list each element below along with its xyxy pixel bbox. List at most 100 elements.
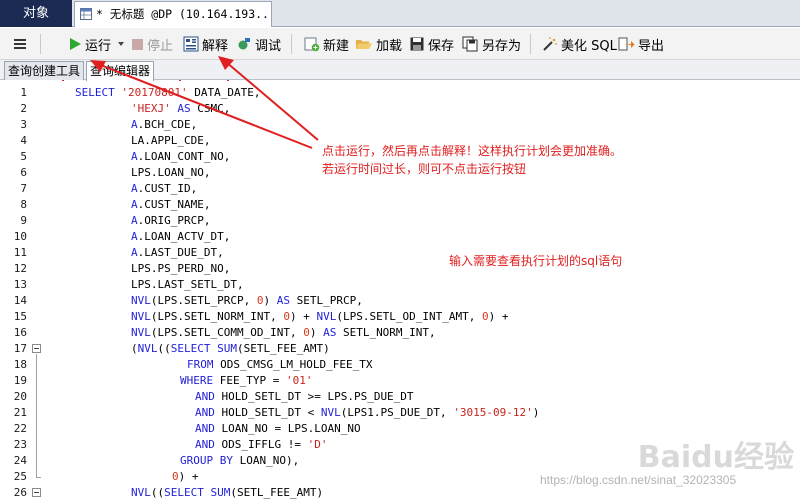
sql-text: .CUST_NAME,: [137, 198, 211, 211]
code-line: AND LOAN_NO = LPS.LOAN_NO: [195, 421, 361, 437]
sql-keyword: SUM: [217, 342, 237, 355]
save-as-icon: [462, 36, 478, 52]
folder-open-icon: [356, 40, 372, 49]
tab-query-builder[interactable]: 查询创建工具: [4, 61, 85, 80]
debug-icon: [238, 38, 250, 50]
tab-title: * 无标题 @DP (10.164.193....: [96, 7, 272, 21]
new-query-icon: [304, 37, 320, 52]
line-number: 9: [20, 214, 27, 227]
line-number: 11: [13, 246, 27, 259]
sql-text: LOAN_NO = LPS.LOAN_NO: [214, 422, 361, 435]
code-line: A.CUST_NAME,: [131, 197, 210, 213]
code-line: 0) +: [172, 469, 199, 485]
sql-keyword: WHERE: [180, 374, 214, 387]
sql-keyword: AS: [323, 326, 337, 339]
sql-keyword: AND: [195, 406, 215, 419]
line-number: 14: [13, 294, 27, 307]
sql-string: 'HEXJ': [131, 102, 171, 115]
code-line: (NVL((SELECT SUM(SETL_FEE_AMT): [131, 341, 330, 357]
sql-text: .LOAN_CONT_NO,: [137, 150, 231, 163]
toolbar-separator: [40, 34, 41, 54]
annotation-sql-hint: 输入需要查看执行计划的sql语句: [449, 254, 623, 268]
tab-untitled-query[interactable]: * 无标题 @DP (10.164.193....: [74, 1, 272, 27]
run-button[interactable]: 运行: [68, 32, 111, 56]
code-line: AND HOLD_SETL_DT >= LPS.PS_DUE_DT: [195, 389, 414, 405]
debug-button[interactable]: 调试: [236, 32, 281, 56]
code-line: LPS.LOAN_NO,: [131, 165, 210, 181]
sql-text: SETL_PRCP,: [289, 294, 363, 307]
sql-keyword: A: [131, 230, 138, 243]
sql-text: (LPS.SETL_PRCP,: [150, 294, 257, 307]
line-number: 4: [20, 134, 27, 147]
line-number: 1: [20, 86, 27, 99]
line-number: 21: [13, 406, 27, 419]
sql-text: ): [309, 326, 324, 339]
menu-button[interactable]: [12, 32, 28, 56]
sql-text: .ORIG_PRCP,: [137, 214, 211, 227]
run-label: 运行: [85, 38, 112, 54]
code-line: A.ORIG_PRCP,: [131, 213, 210, 229]
line-number: 2: [20, 102, 27, 115]
toolbar-separator: [530, 34, 531, 54]
line-number: 19: [13, 374, 27, 387]
sql-text: LA.APPL_CDE,: [131, 134, 211, 147]
sql-text: ) +: [488, 310, 509, 323]
save-as-button[interactable]: 另存为: [462, 32, 521, 56]
sql-text: ODS_CMSG_LM_HOLD_FEE_TX: [213, 358, 373, 371]
stop-button[interactable]: 停止: [131, 32, 173, 56]
code-line: A.BCH_CDE,: [131, 117, 197, 133]
sql-number: 0: [172, 470, 179, 483]
sql-string: '20170801': [121, 86, 188, 99]
sql-string: '01': [285, 374, 313, 387]
fold-toggle-icon[interactable]: [32, 488, 41, 497]
code-line: FROM ODS_CMSG_LM_HOLD_FEE_TX: [187, 357, 372, 373]
export-icon: [618, 37, 635, 51]
stop-icon: [132, 38, 143, 50]
line-number: 6: [20, 166, 27, 179]
sql-keyword: NVL: [131, 310, 151, 323]
sql-editor[interactable]: 1 2 3 4 5 6 7 8 9 10 11 12 13 14 15 16 17 18 19 20 21 22 23 24 2…: [0, 81, 800, 500]
sql-keyword: NVL: [131, 326, 151, 339]
sql-keyword: A: [131, 198, 138, 211]
watermark-logo: Baidu经验: [637, 440, 794, 475]
sql-number: 0: [482, 310, 489, 323]
tab-query-editor[interactable]: 查询编辑器: [86, 61, 155, 81]
sql-text: (SETL_FEE_AMT): [237, 342, 330, 355]
hamburger-icon: [14, 39, 26, 49]
beautify-sql-button[interactable]: 美化 SQL: [542, 32, 617, 56]
sql-keyword: GROUP BY: [180, 454, 233, 467]
explain-label: 解释: [202, 38, 229, 54]
code-line: A.LOAN_ACTV_DT,: [131, 229, 230, 245]
tab-objects[interactable]: 对象: [0, 0, 72, 27]
save-as-label: 另存为: [482, 38, 522, 54]
save-button[interactable]: 保存: [409, 32, 454, 56]
sql-text: SETL_NORM_INT,: [336, 326, 436, 339]
sql-text: ): [532, 406, 540, 419]
line-number: 25: [13, 470, 27, 483]
run-dropdown[interactable]: [117, 32, 125, 56]
explain-plan-icon: [183, 36, 199, 52]
sql-number: 0: [303, 326, 310, 339]
sql-text: (LPS1.PS_DUE_DT,: [340, 406, 454, 419]
editor-mode-tabs: 查询创建工具 查询编辑器: [0, 60, 800, 81]
export-button[interactable]: 导出: [618, 32, 664, 56]
sql-text: (LPS.SETL_COMM_OD_INT,: [150, 326, 304, 339]
blog-url-watermark: https://blog.csdn.net/sinat_32023305: [540, 473, 737, 487]
code-line: NVL(LPS.SETL_NORM_INT, 0) + NVL(LPS.SETL…: [131, 309, 509, 325]
code-line: AND HOLD_SETL_DT < NVL(LPS1.PS_DUE_DT, '…: [195, 405, 539, 421]
save-icon: [410, 37, 424, 51]
sql-keyword: NVL: [137, 342, 158, 355]
line-number: 20: [13, 390, 27, 403]
fold-toggle-icon[interactable]: [32, 344, 41, 353]
sql-text: .LAST_DUE_DT,: [137, 246, 224, 259]
sql-number: 0: [283, 310, 290, 323]
code-line: LPS.PS_PERD_NO,: [131, 261, 230, 277]
debug-label: 调试: [255, 38, 282, 54]
sql-string: '3015-09-12': [453, 406, 533, 419]
sql-keyword: NVL: [131, 294, 151, 307]
sql-text: ODS_IFFLG !=: [214, 438, 308, 451]
sql-text: LPS.LAST_SETL_DT,: [131, 278, 244, 291]
load-button[interactable]: 加载: [355, 32, 402, 56]
explain-button[interactable]: 解释: [183, 32, 228, 56]
new-button[interactable]: 新建: [304, 32, 349, 56]
